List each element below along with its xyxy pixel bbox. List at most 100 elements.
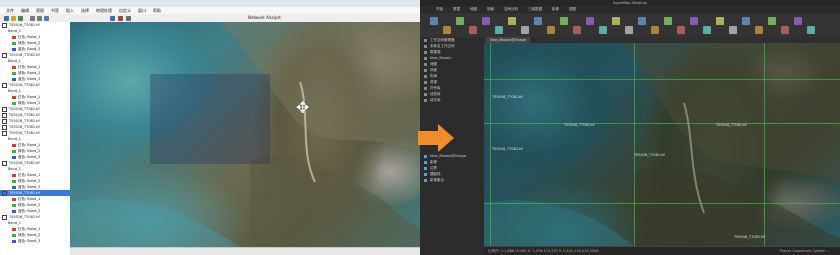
layer-checkbox[interactable] (2, 130, 7, 136)
menu-edit[interactable]: 编辑 (21, 7, 29, 14)
ribbon-tool-icon[interactable] (755, 26, 763, 34)
ribbon-tab[interactable]: 地图 (470, 6, 477, 13)
ribbon-tool-icon[interactable] (742, 17, 750, 25)
toc-item-label: 蓝色: Band_3 (18, 239, 41, 243)
ribbon-tab[interactable]: 三维数据 (528, 6, 542, 13)
status-bar: 比例尺: 1:1,888.02400 X: 3,478,124,270 Y: 2… (484, 246, 840, 255)
menu-bookmarks[interactable]: 书签 (51, 7, 59, 14)
ribbon-tool-icon[interactable] (638, 17, 646, 25)
ribbon-tab[interactable]: 场景 (487, 6, 494, 13)
band-color-swatch (12, 209, 16, 213)
folder-icon (424, 68, 427, 72)
menu-help[interactable]: 帮助 (153, 7, 161, 14)
tile-boundary (484, 79, 840, 80)
ribbon-tool-icon[interactable] (521, 26, 529, 34)
ribbon-tool-icon[interactable] (482, 17, 490, 25)
layer-checkbox[interactable] (2, 52, 7, 58)
ribbon-tool-icon[interactable] (599, 26, 607, 34)
band-color-swatch (12, 197, 16, 201)
layer-checkbox[interactable] (2, 160, 7, 166)
pan-icon[interactable] (44, 16, 49, 21)
layer-checkbox[interactable] (2, 82, 7, 88)
left-screenshot: 文件 编辑 视图 书签 插入 选择 地理处理 自定义 窗口 帮助 Network… (0, 0, 421, 255)
band-color-swatch (12, 239, 16, 243)
ribbon-tool-icon[interactable] (807, 26, 815, 34)
zoom-in-icon[interactable] (30, 16, 35, 21)
folder-icon (424, 80, 427, 84)
ribbon-tool-icon[interactable] (794, 17, 802, 25)
layer-checkbox[interactable] (2, 190, 7, 196)
status-coordinate-system: Planar Coordinate System ... (780, 249, 830, 253)
menu-file[interactable]: 文件 (6, 7, 14, 14)
layer-checkbox[interactable] (2, 124, 7, 130)
menu-windows[interactable]: 窗口 (138, 7, 146, 14)
right-screenshot: SuperMap iDesktop 开始 数据 地图 场景 空间分析 三维数据 影像 视图 工… (420, 0, 840, 255)
folder-icon (424, 74, 427, 78)
ribbon-tool-icon[interactable] (768, 17, 776, 25)
ribbon-tool-icon[interactable] (664, 17, 672, 25)
layer-icon (424, 178, 427, 182)
ribbon-tool-icon[interactable] (703, 26, 711, 34)
menu-select[interactable]: 选择 (81, 7, 89, 14)
ribbon-tool-icon[interactable] (651, 26, 659, 34)
ribbon-tool-icon[interactable] (625, 26, 633, 34)
layer-checkbox[interactable] (2, 22, 7, 28)
layer-checkbox[interactable] (2, 112, 7, 118)
ribbon-tool-icon[interactable] (443, 26, 451, 34)
ribbon (420, 13, 840, 38)
identify-icon[interactable] (118, 16, 123, 21)
ribbon-tool-icon[interactable] (586, 17, 594, 25)
open-icon[interactable] (11, 16, 16, 21)
status-coordinates: 比例尺: 1:1,888.02400 X: 3,478,124,270 Y: 2… (488, 249, 599, 253)
menu-view[interactable]: 视图 (36, 7, 44, 14)
ribbon-tab[interactable]: 空间分析 (504, 6, 518, 13)
band-color-swatch (12, 71, 16, 75)
ribbon-tool-icon[interactable] (495, 26, 503, 34)
menu-customize[interactable]: 自定义 (119, 7, 131, 14)
ribbon-tab[interactable]: 数据 (453, 6, 460, 13)
ribbon-tool-icon[interactable] (612, 17, 620, 25)
folder-icon (424, 38, 427, 42)
mosaic-map-view[interactable]: T05016_T7081.tif T05016_T7081.tif T05016_T… (484, 43, 840, 246)
layer-item[interactable]: 影像集合 (420, 177, 484, 183)
ribbon-tab[interactable]: 开始 (436, 6, 443, 13)
menu-geoprocessing[interactable]: 地理处理 (96, 7, 112, 14)
ribbon-tool-icon[interactable] (716, 17, 724, 25)
ribbon-tool-icon[interactable] (729, 26, 737, 34)
ribbon-tab[interactable]: 影像 (552, 6, 559, 13)
layer-icon (424, 172, 427, 176)
band-color-swatch (12, 185, 16, 189)
ribbon-tool-icon[interactable] (508, 17, 516, 25)
ribbon-tool-icon[interactable] (547, 26, 555, 34)
ribbon-tool-icon[interactable] (456, 17, 464, 25)
ribbon-tool-icon[interactable] (690, 17, 698, 25)
measure-icon[interactable] (126, 16, 131, 21)
menu-insert[interactable]: 插入 (66, 7, 74, 14)
move-cursor-icon: ✥ (296, 98, 310, 117)
network-analyst-label[interactable]: Network Analyst (248, 14, 281, 22)
tile-label: T05016_T7081.tif (564, 123, 595, 127)
ribbon-tab[interactable]: 视图 (569, 6, 576, 13)
globe-icon[interactable] (110, 16, 115, 21)
save-icon[interactable] (18, 16, 23, 21)
tile-label: T05016_T7081.tif (492, 95, 523, 99)
layer-checkbox[interactable] (2, 106, 7, 112)
ribbon-tool-icon[interactable] (573, 26, 581, 34)
ribbon-tool-icon[interactable] (534, 17, 542, 25)
new-icon[interactable] (4, 16, 9, 21)
layer-checkbox[interactable] (2, 118, 7, 124)
status-bar (70, 247, 420, 255)
tile-label: T05016_T7081.tif (716, 123, 747, 127)
ribbon-tool-icon[interactable] (560, 17, 568, 25)
toc-item[interactable]: 蓝色: Band_3 (0, 238, 70, 244)
ribbon-tool-icon[interactable] (781, 26, 789, 34)
band-color-swatch (12, 41, 16, 45)
ribbon-tool-icon[interactable] (469, 26, 477, 34)
folder-icon (424, 92, 427, 96)
window-title-bar (0, 0, 420, 7)
zoom-out-icon[interactable] (37, 16, 42, 21)
tile-boundary (764, 43, 765, 246)
ribbon-tool-icon[interactable] (677, 26, 685, 34)
ribbon-tool-icon[interactable] (430, 17, 438, 25)
layer-checkbox[interactable] (2, 214, 7, 220)
